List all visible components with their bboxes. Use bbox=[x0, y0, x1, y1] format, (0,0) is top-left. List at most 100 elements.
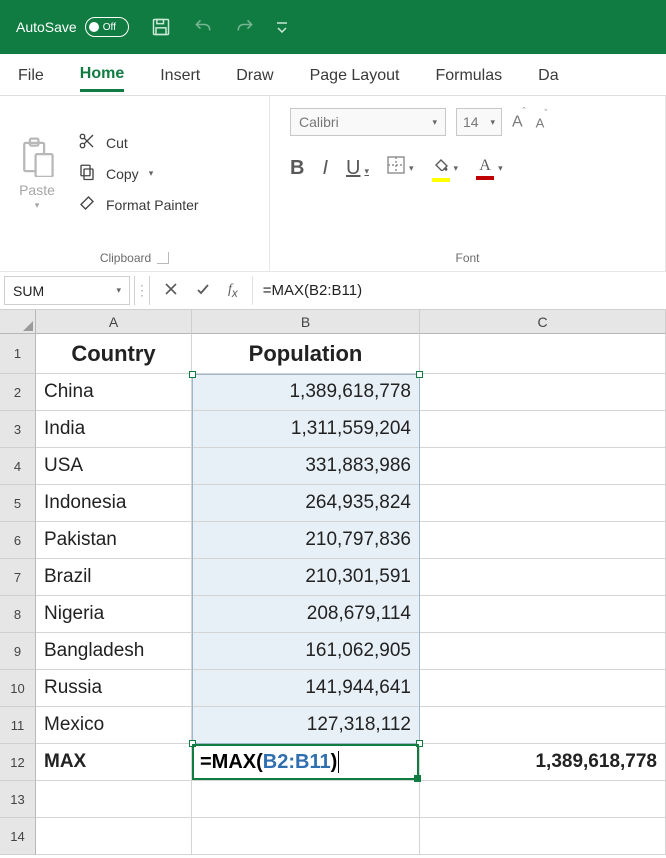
paste-button[interactable]: Paste ▾ bbox=[6, 102, 68, 245]
cell[interactable]: Nigeria bbox=[36, 596, 192, 633]
autosave-toggle[interactable]: AutoSave Off bbox=[16, 17, 129, 37]
cell[interactable]: Mexico bbox=[36, 707, 192, 744]
cell[interactable] bbox=[420, 707, 666, 744]
cell[interactable]: 161,062,905 bbox=[192, 633, 420, 670]
font-name-dropdown[interactable]: Calibri ▾ bbox=[290, 108, 446, 136]
cell[interactable] bbox=[420, 633, 666, 670]
row-header[interactable]: 9 bbox=[0, 633, 36, 670]
formula-prefix: =MAX( bbox=[200, 751, 263, 774]
save-icon[interactable] bbox=[151, 17, 171, 37]
column-header-b[interactable]: B bbox=[192, 310, 420, 334]
column-header-a[interactable]: A bbox=[36, 310, 192, 334]
borders-button[interactable]: ▾ bbox=[387, 156, 414, 180]
cell[interactable] bbox=[192, 818, 420, 855]
tab-data[interactable]: Da bbox=[538, 59, 558, 91]
cell[interactable] bbox=[420, 448, 666, 485]
font-size-dropdown[interactable]: 14 ▾ bbox=[456, 108, 502, 136]
shrink-font-button[interactable]: Aˇ bbox=[536, 114, 548, 130]
table-row: 12 MAX =MAX(B2:B11) 1,389,618,778 bbox=[0, 744, 666, 781]
bold-button[interactable]: B bbox=[290, 157, 304, 180]
cell[interactable] bbox=[420, 781, 666, 818]
cell[interactable]: 127,318,112 bbox=[192, 707, 420, 744]
cell[interactable] bbox=[36, 781, 192, 818]
cell[interactable]: 210,301,591 bbox=[192, 559, 420, 596]
row-header[interactable]: 6 bbox=[0, 522, 36, 559]
qat-customize-icon[interactable] bbox=[277, 21, 287, 33]
cell[interactable]: 1,389,618,778 bbox=[192, 374, 420, 411]
row-header[interactable]: 13 bbox=[0, 781, 36, 818]
cell[interactable]: 1,311,559,204 bbox=[192, 411, 420, 448]
tab-home[interactable]: Home bbox=[80, 57, 124, 92]
cell[interactable] bbox=[420, 411, 666, 448]
cell[interactable]: Brazil bbox=[36, 559, 192, 596]
title-bar: AutoSave Off bbox=[0, 0, 666, 54]
enter-formula-button[interactable] bbox=[196, 282, 210, 299]
cell[interactable] bbox=[420, 374, 666, 411]
underline-button[interactable]: U▾ bbox=[346, 157, 369, 180]
cut-button[interactable]: Cut bbox=[78, 132, 199, 153]
copy-button[interactable]: Copy ▾ bbox=[78, 163, 199, 184]
autosave-switch[interactable]: Off bbox=[85, 17, 129, 37]
grow-font-button[interactable]: Aˆ bbox=[512, 112, 526, 131]
row-header[interactable]: 11 bbox=[0, 707, 36, 744]
cell[interactable]: 208,679,114 bbox=[192, 596, 420, 633]
cell[interactable]: 210,797,836 bbox=[192, 522, 420, 559]
column-header-c[interactable]: C bbox=[420, 310, 666, 334]
formula-bar-row: SUM ▾ ⋮ fx =MAX(B2:B11) bbox=[0, 272, 666, 310]
cell[interactable] bbox=[420, 818, 666, 855]
insert-function-button[interactable]: fx bbox=[228, 282, 238, 300]
dialog-launcher-icon[interactable] bbox=[157, 252, 169, 264]
active-cell[interactable]: =MAX(B2:B11) bbox=[192, 744, 420, 781]
fill-color-button[interactable]: ▾ bbox=[432, 154, 459, 182]
cell[interactable]: Indonesia bbox=[36, 485, 192, 522]
cell[interactable] bbox=[420, 522, 666, 559]
cell[interactable] bbox=[36, 818, 192, 855]
cell[interactable]: 1,389,618,778 bbox=[420, 744, 666, 781]
cell[interactable]: India bbox=[36, 411, 192, 448]
tab-insert[interactable]: Insert bbox=[160, 59, 200, 91]
select-all-button[interactable] bbox=[0, 310, 36, 334]
cell[interactable]: 141,944,641 bbox=[192, 670, 420, 707]
tab-file[interactable]: File bbox=[18, 59, 44, 91]
row-header[interactable]: 12 bbox=[0, 744, 36, 781]
cell[interactable] bbox=[420, 485, 666, 522]
group-font: Calibri ▾ 14 ▾ Aˆ Aˇ B I U▾ ▾ bbox=[270, 96, 666, 271]
undo-icon[interactable] bbox=[193, 17, 213, 37]
cell[interactable]: MAX bbox=[36, 744, 192, 781]
cell[interactable]: 331,883,986 bbox=[192, 448, 420, 485]
cell[interactable] bbox=[420, 334, 666, 374]
cell[interactable]: Russia bbox=[36, 670, 192, 707]
cell[interactable]: China bbox=[36, 374, 192, 411]
italic-button[interactable]: I bbox=[322, 157, 328, 180]
cell[interactable] bbox=[420, 559, 666, 596]
cell[interactable]: Country bbox=[36, 334, 192, 374]
format-painter-button[interactable]: Format Painter bbox=[78, 194, 199, 215]
tab-draw[interactable]: Draw bbox=[236, 59, 273, 91]
row-header[interactable]: 7 bbox=[0, 559, 36, 596]
cell[interactable] bbox=[192, 781, 420, 818]
row-header[interactable]: 1 bbox=[0, 334, 36, 374]
row-header[interactable]: 14 bbox=[0, 818, 36, 855]
row-header[interactable]: 3 bbox=[0, 411, 36, 448]
cell[interactable]: Bangladesh bbox=[36, 633, 192, 670]
cell[interactable]: Population bbox=[192, 334, 420, 374]
cell[interactable] bbox=[420, 670, 666, 707]
table-row: 3India1,311,559,204 bbox=[0, 411, 666, 448]
row-header[interactable]: 8 bbox=[0, 596, 36, 633]
row-header[interactable]: 10 bbox=[0, 670, 36, 707]
formula-bar-input[interactable]: =MAX(B2:B11) bbox=[252, 276, 662, 305]
name-box[interactable]: SUM ▾ bbox=[4, 276, 130, 305]
cell[interactable]: 264,935,824 bbox=[192, 485, 420, 522]
row-header[interactable]: 5 bbox=[0, 485, 36, 522]
cell[interactable] bbox=[420, 596, 666, 633]
row-header[interactable]: 2 bbox=[0, 374, 36, 411]
cell[interactable]: Pakistan bbox=[36, 522, 192, 559]
cancel-formula-button[interactable] bbox=[164, 282, 178, 299]
redo-icon[interactable] bbox=[235, 17, 255, 37]
tab-formulas[interactable]: Formulas bbox=[435, 59, 502, 91]
row-header[interactable]: 4 bbox=[0, 448, 36, 485]
spreadsheet-grid[interactable]: A B C 1 Country Population 2China1,389,6… bbox=[0, 310, 666, 855]
tab-page-layout[interactable]: Page Layout bbox=[310, 59, 400, 91]
font-color-button[interactable]: A ▾ bbox=[476, 157, 503, 180]
cell[interactable]: USA bbox=[36, 448, 192, 485]
